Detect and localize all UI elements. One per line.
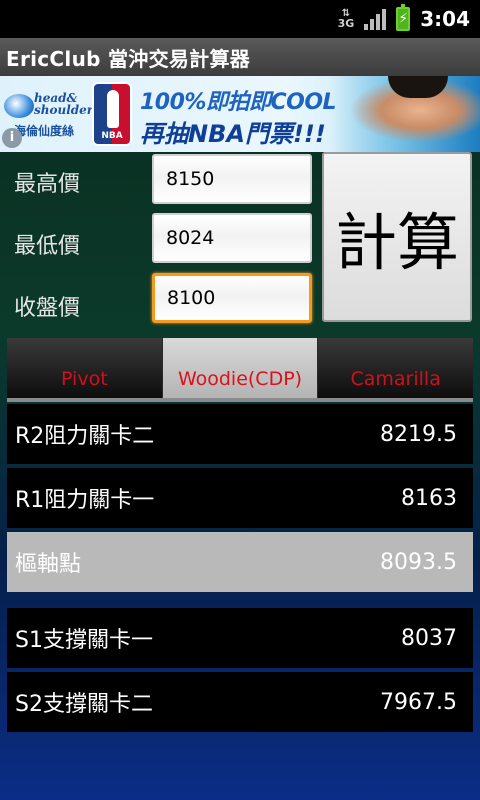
tab-pivot[interactable]: Pivot: [7, 338, 163, 398]
result-label: R2阻力關卡二: [15, 424, 155, 449]
ad-subline: 再抽NBA門票!!!: [140, 120, 326, 148]
ad-info-icon[interactable]: i: [2, 128, 22, 148]
tab-camarilla[interactable]: Camarilla: [318, 338, 474, 398]
calculate-button[interactable]: 計算: [322, 152, 472, 322]
ad-banner[interactable]: head& shoulders 海倫仙度絲 i NBA 100%即拍即COOL …: [0, 76, 480, 152]
low-price-label: 最低價: [14, 234, 81, 259]
result-value: 7967.5: [380, 689, 457, 715]
network-3g-icon: ⇅ 3G: [337, 8, 355, 30]
nba-logo-text: NBA: [101, 131, 123, 141]
tab-indicator-strip: [7, 398, 473, 402]
result-value: 8163: [401, 485, 457, 511]
result-row-r1[interactable]: R1阻力關卡一 8163: [7, 468, 473, 528]
result-label: S2支撐關卡二: [15, 692, 153, 717]
high-price-input[interactable]: [152, 154, 312, 204]
result-row-pivot[interactable]: 樞軸點 8093.5: [7, 532, 473, 592]
status-time: 3:04: [420, 7, 470, 31]
low-price-input[interactable]: [152, 213, 312, 263]
ad-brand-name: head& shoulders: [34, 91, 100, 117]
ad-brand-sub: 海倫仙度絲: [14, 124, 75, 138]
status-bar: ⇅ 3G ⚡ 3:04: [0, 0, 480, 38]
result-label: 樞軸點: [15, 552, 82, 577]
ad-headline: 100%即拍即COOL: [140, 90, 337, 115]
app-title: EricClub 當沖交易計算器: [0, 38, 480, 76]
nba-logo-icon: NBA: [92, 82, 132, 146]
tab-woodie-cdp[interactable]: Woodie(CDP): [162, 338, 319, 398]
method-tabs: Pivot Woodie(CDP) Camarilla: [7, 338, 474, 398]
result-row-s1[interactable]: S1支撐關卡一 8037: [7, 608, 473, 668]
result-value: 8037: [401, 625, 457, 651]
brand-swirl-icon: [4, 94, 34, 118]
result-label: S1支撐關卡一: [15, 628, 153, 653]
close-price-input[interactable]: [152, 273, 312, 323]
high-price-label: 最高價: [14, 172, 81, 197]
result-value: 8219.5: [380, 421, 457, 447]
close-price-label: 收盤價: [14, 296, 81, 321]
ad-person-image: [330, 76, 480, 152]
signal-strength-icon: [364, 8, 387, 30]
result-row-s2[interactable]: S2支撐關卡二 7967.5: [7, 672, 473, 732]
result-label: R1阻力關卡一: [15, 488, 155, 513]
result-value: 8093.5: [380, 549, 457, 575]
battery-charging-icon: ⚡: [396, 4, 411, 31]
result-row-r2[interactable]: R2阻力關卡二 8219.5: [7, 404, 473, 464]
